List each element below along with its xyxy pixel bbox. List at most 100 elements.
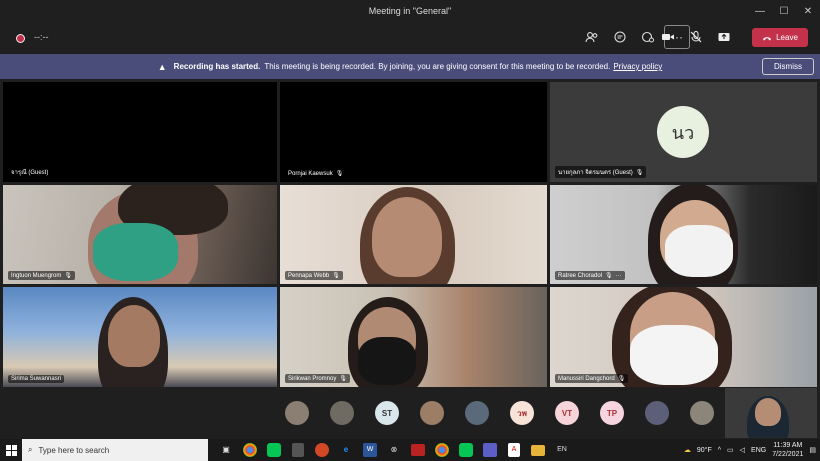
banner-title: Recording has started.	[173, 62, 261, 71]
participant-label: Ingtuon Muengrom 🎙	[8, 271, 75, 280]
close-window-button[interactable]: ✕	[796, 0, 820, 22]
taskbar-search[interactable]: ⌕ Type here to search	[22, 439, 208, 461]
video-tile[interactable]: จารุณี (Guest)	[3, 82, 277, 182]
window-controls: — ☐ ✕	[748, 0, 820, 22]
video-tile[interactable]: Manussiri Dangchord 🎙	[550, 287, 817, 387]
participant-avatar[interactable]	[285, 401, 309, 425]
meeting-timer: --:--	[34, 32, 49, 42]
video-tile[interactable]: Ingtuon Muengrom 🎙	[3, 185, 277, 284]
participant-strip: ST วพ VT TP	[0, 388, 820, 438]
maximize-button[interactable]: ☐	[772, 0, 796, 22]
line-icon[interactable]	[267, 442, 281, 457]
acrobat-icon[interactable]: A	[508, 442, 520, 457]
title-bar: Meeting in "General" — ☐ ✕	[0, 0, 820, 22]
participant-label: นายกุลภา จิตรมนตร (Guest) 🎙	[555, 166, 647, 178]
powerpoint-icon[interactable]	[315, 442, 329, 457]
device-controls	[656, 25, 736, 49]
meeting-toolbar: --:-- ··· Leave	[0, 22, 820, 54]
search-placeholder: Type here to search	[38, 445, 110, 455]
clock[interactable]: 11:39 AM 7/22/2021	[772, 441, 803, 459]
teams-icon[interactable]	[483, 442, 497, 457]
face-mask	[665, 225, 733, 277]
participant-avatar[interactable]	[465, 401, 489, 425]
weather-icon: ☁	[683, 447, 691, 454]
chat-icon[interactable]	[608, 25, 632, 49]
participant-label: Ratree Choradol 🎙 ···	[555, 271, 625, 280]
network-icon[interactable]: ▭	[727, 446, 734, 454]
taskbar: ⌕ Type here to search ▣ e W ⊗ A EN ☁ 90°…	[0, 439, 820, 461]
participant-label: Sirikwan Promnoy 🎙	[285, 374, 350, 383]
mic-off-icon[interactable]	[684, 25, 708, 49]
participant-video	[108, 305, 160, 367]
search-icon: ⌕	[28, 445, 33, 454]
recording-banner: ▲ Recording has started. This meeting is…	[0, 54, 820, 79]
privacy-policy-link[interactable]: Privacy policy	[613, 62, 662, 71]
volume-icon[interactable]: ◁	[740, 446, 745, 454]
participant-label: จารุณี (Guest)	[8, 166, 52, 178]
video-tile[interactable]: Sirima Suwannasri	[3, 287, 277, 387]
warning-icon: ▲	[157, 61, 167, 72]
dismiss-button[interactable]: Dismiss	[762, 58, 814, 75]
mic-icon: 🎙	[635, 169, 644, 176]
participant-avatar[interactable]	[690, 401, 714, 425]
participant-label: Pornjai Kaewsuk 🎙	[285, 169, 347, 178]
participant-avatar[interactable]	[645, 401, 669, 425]
chrome-icon[interactable]	[243, 442, 257, 457]
participant-avatar[interactable]: TP	[600, 401, 624, 425]
share-icon[interactable]	[712, 25, 736, 49]
face-mask	[93, 223, 178, 281]
participant-label: Manussiri Dangchord 🎙	[555, 374, 629, 383]
weather-temp[interactable]: 90°F	[697, 447, 712, 454]
camera-icon[interactable]	[656, 25, 680, 49]
line-icon[interactable]	[459, 442, 473, 457]
face-mask	[358, 337, 416, 385]
xbox-icon[interactable]: ⊗	[384, 440, 404, 460]
clock-date: 7/22/2021	[772, 451, 804, 458]
word-icon[interactable]: W	[363, 442, 377, 457]
more-icon[interactable]: ···	[616, 273, 622, 279]
leave-label: Leave	[776, 33, 798, 42]
mic-icon: 🎙	[332, 273, 340, 279]
mic-icon: 🎙	[64, 273, 72, 279]
leave-button[interactable]: Leave	[752, 28, 808, 47]
minimize-button[interactable]: —	[748, 0, 772, 22]
people-icon[interactable]	[580, 25, 604, 49]
notifications-icon[interactable]: ▤	[809, 446, 816, 454]
system-tray: ☁ 90°F ^ ▭ ◁ ENG 11:39 AM 7/22/2021 ▤	[684, 439, 820, 461]
mic-icon: 🎙	[617, 376, 626, 382]
mic-icon: 🎙	[605, 273, 613, 279]
self-view[interactable]	[725, 388, 817, 438]
folder-icon[interactable]	[531, 444, 545, 456]
video-tile[interactable]: Sirikwan Promnoy 🎙	[280, 287, 547, 387]
face-mask	[630, 325, 718, 385]
explorer-icon[interactable]: e	[336, 440, 356, 460]
avatar: นว	[657, 106, 709, 158]
participant-avatar[interactable]	[330, 401, 354, 425]
windows-start-icon[interactable]	[0, 439, 22, 461]
participant-avatar[interactable]: ST	[375, 401, 399, 425]
mic-icon: 🎙	[339, 376, 347, 382]
participant-label: Sirima Suwannasri	[8, 375, 65, 383]
banner-message: This meeting is being recorded. By joini…	[264, 62, 611, 71]
chrome-icon[interactable]	[435, 442, 449, 457]
calculator-icon[interactable]	[292, 442, 304, 457]
video-tile[interactable]: Pennapa Webb 🎙	[280, 185, 547, 284]
window-title: Meeting in "General"	[368, 6, 452, 16]
language-indicator[interactable]: EN	[552, 440, 572, 460]
phone-hangup-icon	[763, 36, 772, 40]
video-tile[interactable]: Ratree Choradol 🎙 ···	[550, 185, 817, 284]
mic-icon: 🎙	[335, 171, 344, 177]
recording-icon	[16, 34, 25, 43]
app-icon[interactable]	[411, 443, 425, 456]
video-tile[interactable]: นว นายกุลภา จิตรมนตร (Guest) 🎙	[550, 82, 817, 182]
clock-time: 11:39 AM	[773, 442, 803, 449]
tray-chevron-icon[interactable]: ^	[718, 447, 721, 454]
input-language[interactable]: ENG	[751, 447, 766, 454]
video-tile[interactable]: Pornjai Kaewsuk 🎙	[280, 82, 547, 182]
participant-avatar[interactable]	[420, 401, 444, 425]
participant-avatar[interactable]: วพ	[510, 401, 534, 425]
participant-video	[755, 398, 781, 426]
participant-label: Pennapa Webb 🎙	[285, 271, 343, 280]
task-view-icon[interactable]: ▣	[216, 440, 236, 460]
participant-avatar[interactable]: VT	[555, 401, 579, 425]
